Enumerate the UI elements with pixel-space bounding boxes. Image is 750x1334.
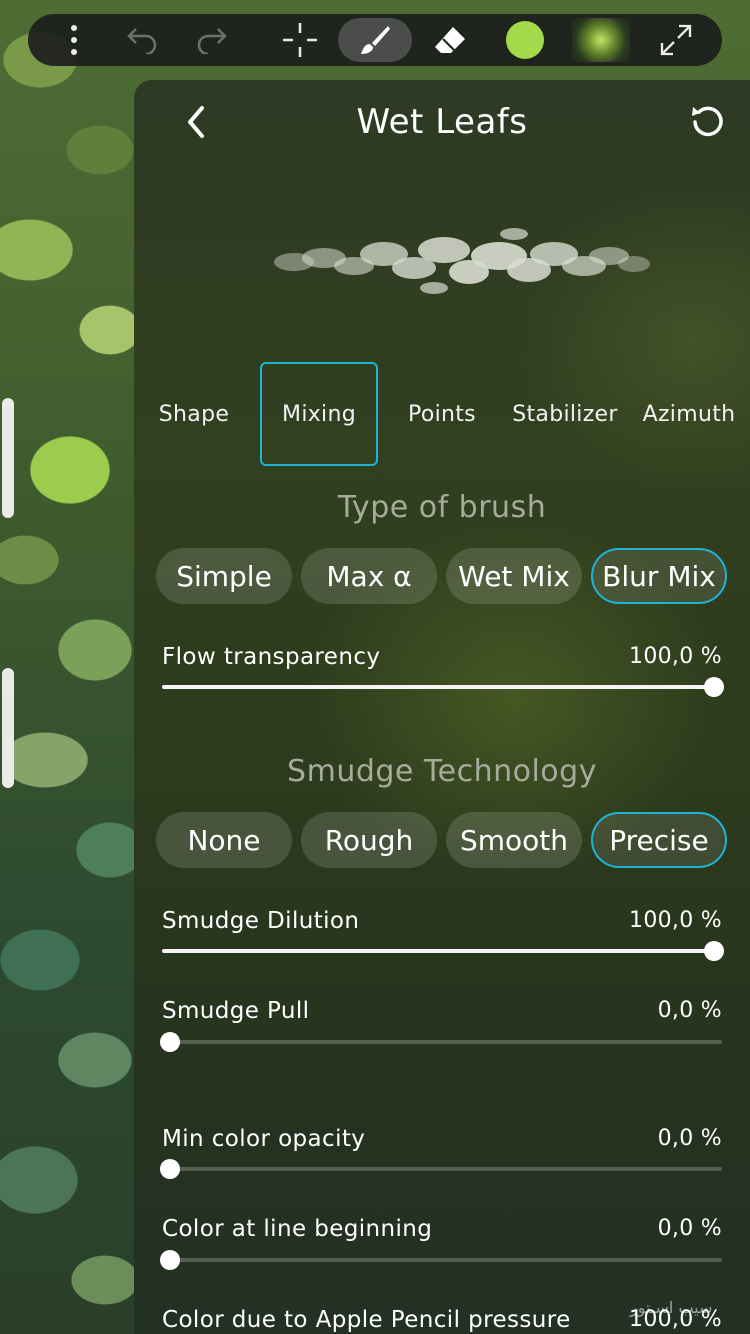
slider-thumb[interactable] [160,1159,180,1179]
brush-texture-thumbnail [572,18,630,62]
current-color-swatch [506,21,544,59]
brush-tool-icon[interactable] [338,18,412,62]
smudge-none[interactable]: None [156,812,292,868]
type-of-brush-heading: Type of brush [337,490,547,525]
tab-azimuth[interactable]: Azimuth [634,362,744,466]
top-toolbar [28,14,722,66]
smudge-pull-slider[interactable] [160,1030,722,1054]
slider-thumb[interactable] [704,941,724,961]
back-chevron-icon[interactable] [174,100,218,144]
brush-stroke-preview [274,228,650,294]
smudge-pull-label: Smudge Pull [162,998,310,1024]
color-line-beginning-slider[interactable] [160,1248,722,1272]
redo-icon[interactable] [184,14,244,66]
brush-type-simple[interactable]: Simple [156,548,292,604]
smudge-smooth[interactable]: Smooth [446,812,582,868]
color-line-beginning-label: Color at line beginning [162,1216,433,1242]
brush-texture-button[interactable] [566,14,636,66]
tab-mixing[interactable]: Mixing [260,362,378,466]
tab-points[interactable]: Points [392,362,492,466]
min-color-opacity-slider[interactable] [160,1157,722,1181]
brush-type-wet-mix[interactable]: Wet Mix [446,548,582,604]
transform-icon[interactable] [270,14,330,66]
smudge-technology-heading: Smudge Technology [287,754,597,789]
brush-type-max-alpha[interactable]: Max α [301,548,437,604]
brush-type-blur-mix[interactable]: Blur Mix [591,548,727,604]
smudge-precise[interactable]: Precise [591,812,727,868]
tab-shape[interactable]: Shape [144,362,244,466]
slider-thumb[interactable] [704,677,724,697]
brush-name-title: Wet Leafs [356,102,528,142]
smudge-dilution-value: 100,0 % [629,908,722,933]
slider-thumb[interactable] [160,1032,180,1052]
size-slider-handle[interactable] [2,398,14,518]
color-picker-button[interactable] [495,14,555,66]
smudge-pull-value: 0,0 % [657,998,722,1023]
slider-thumb[interactable] [160,1250,180,1270]
smudge-dilution-label: Smudge Dilution [162,908,360,934]
smudge-rough[interactable]: Rough [301,812,437,868]
fullscreen-icon[interactable] [646,14,706,66]
opacity-slider-handle[interactable] [2,668,14,788]
flow-transparency-value: 100,0 % [629,644,722,669]
eraser-icon[interactable] [420,14,480,66]
min-color-opacity-label: Min color opacity [162,1126,366,1152]
flow-transparency-label: Flow transparency [162,644,381,670]
smudge-dilution-slider[interactable] [162,939,724,963]
reset-icon[interactable] [686,100,730,144]
flow-transparency-slider[interactable] [162,675,724,699]
color-pencil-pressure-label: Color due to Apple Pencil pressure [162,1307,571,1333]
color-line-beginning-value: 0,0 % [657,1216,722,1241]
tab-stabilizer[interactable]: Stabilizer [504,362,626,466]
min-color-opacity-value: 0,0 % [657,1126,722,1151]
more-menu-icon[interactable] [44,14,104,66]
brush-settings-panel: Wet Leafs Shape Mixing Points Stabilizer… [134,80,750,1334]
watermark-logo: سيب اسـتور [630,1298,713,1317]
undo-icon[interactable] [110,14,170,66]
